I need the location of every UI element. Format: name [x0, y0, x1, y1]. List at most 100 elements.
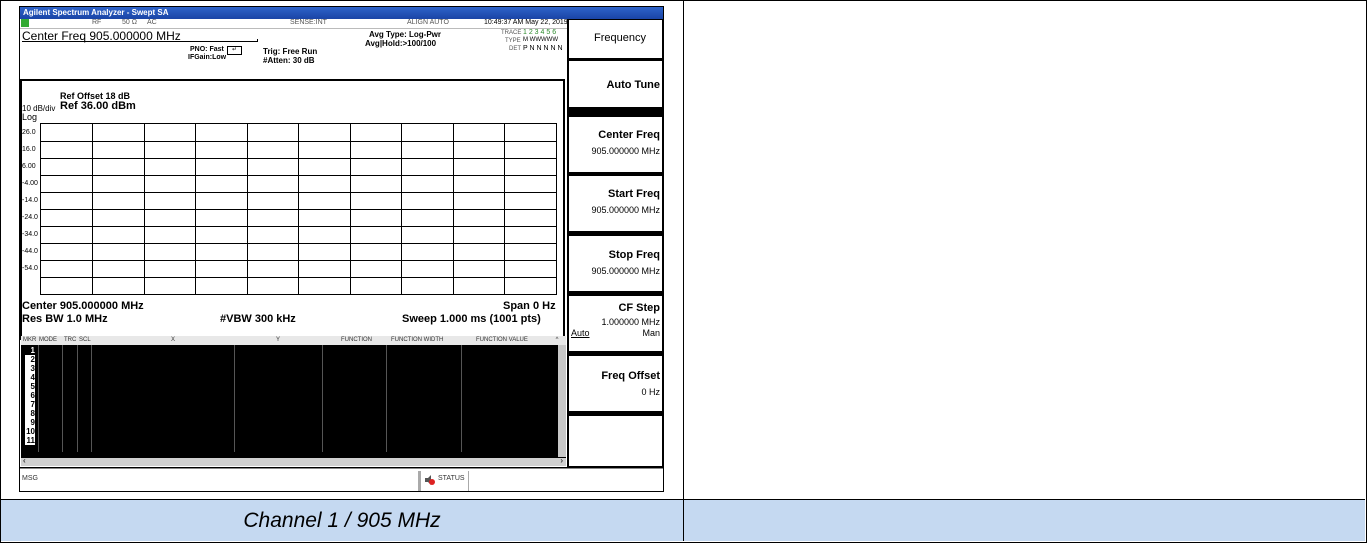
- speaker-icon: [424, 473, 435, 485]
- center-freq-button[interactable]: Center Freq 905.000000 MHz: [568, 116, 663, 173]
- attenuation-setting: #Atten: 30 dB: [263, 56, 315, 65]
- menu-title-label: Frequency: [594, 32, 646, 44]
- marker-row[interactable]: 1: [21, 346, 566, 355]
- center-freq-label: Center Freq: [598, 129, 660, 141]
- freq-offset-value: 0 Hz: [641, 387, 660, 397]
- trace-numbers: 1 2 3 4 5 6: [523, 29, 557, 36]
- instrument-display: RF 50 Ω AC SENSE:INT ALIGN AUTO 10:49:37…: [20, 19, 568, 467]
- col-function: FUNCTION: [341, 337, 372, 343]
- det-label: DET: [509, 46, 521, 52]
- scroll-left-icon[interactable]: ‹: [23, 456, 26, 465]
- header-underline: [22, 41, 257, 42]
- vertical-scrollbar[interactable]: [558, 345, 566, 457]
- cf-step-man: Man: [642, 328, 660, 338]
- cf-step-label: CF Step: [618, 302, 660, 314]
- msg-label: MSG: [22, 475, 38, 482]
- datetime: 10:49:37 AM May 22, 2019: [484, 19, 568, 26]
- center-freq-value: 905.000000 MHz: [591, 146, 660, 156]
- marker-number: 2: [25, 355, 35, 364]
- status-bar: MSG STATUS: [20, 468, 663, 491]
- col-function-width: FUNCTION WIDTH: [391, 337, 444, 343]
- empty-caption-cell: [684, 500, 1365, 541]
- marker-row[interactable]: 10: [21, 427, 566, 436]
- coupling-indicator: AC: [147, 19, 157, 26]
- y-tick-label: -54.0: [22, 265, 38, 272]
- caption: Channel 1 / 905 MHz: [243, 509, 441, 532]
- auto-tune-button[interactable]: Auto Tune: [568, 60, 663, 108]
- col-mkr: MKR: [23, 337, 37, 343]
- span-readout: Span 0 Hz: [503, 300, 556, 312]
- marker-row[interactable]: 8: [21, 409, 566, 418]
- y-tick-label: -24.0: [22, 214, 38, 221]
- log-scale-label: Log: [22, 112, 38, 122]
- graticule[interactable]: [40, 123, 557, 295]
- marker-number: 4: [25, 373, 35, 382]
- avg-type: Avg Type: Log-Pwr: [369, 30, 441, 39]
- ifgain-setting: IFGain:Low: [188, 54, 227, 61]
- sense-indicator: SENSE:INT: [290, 19, 327, 26]
- col-function-value: FUNCTION VALUE: [476, 337, 528, 343]
- status-divider: [418, 471, 421, 491]
- y-tick-label: -4.00: [22, 180, 38, 187]
- marker-number: 1: [25, 346, 35, 355]
- status-line: RF 50 Ω AC SENSE:INT ALIGN AUTO 10:49:37…: [20, 19, 568, 29]
- col-trc: TRC: [64, 337, 77, 343]
- marker-row[interactable]: 7: [21, 400, 566, 409]
- res-bw-readout: Res BW 1.0 MHz: [22, 313, 108, 325]
- align-indicator: ALIGN AUTO: [407, 19, 449, 26]
- sweep-readout: Sweep 1.000 ms (1001 pts): [402, 313, 541, 325]
- led-icon: [21, 19, 29, 27]
- pno-setting: PNO: Fast: [190, 46, 224, 53]
- grid-hline: [41, 141, 556, 142]
- marker-row[interactable]: 2: [21, 355, 566, 364]
- window-title: Agilent Spectrum Analyzer - Swept SA: [20, 7, 663, 19]
- marker-number: 11: [25, 436, 35, 445]
- cf-step-auto: Auto: [571, 328, 590, 338]
- y-tick-label: -14.0: [22, 197, 38, 204]
- grid-hline: [41, 158, 556, 159]
- rf-indicator: RF: [92, 19, 102, 26]
- grid-hline: [41, 175, 556, 176]
- auto-tune-label: Auto Tune: [606, 79, 660, 91]
- freq-offset-label: Freq Offset: [601, 370, 660, 382]
- marker-number: 3: [25, 364, 35, 373]
- type-label: TYPE: [505, 38, 521, 44]
- marker-row[interactable]: 3: [21, 364, 566, 373]
- marker-row[interactable]: 4: [21, 373, 566, 382]
- empty-softkey: [568, 415, 663, 467]
- marker-number: 8: [25, 409, 35, 418]
- trigger-setting: Trig: Free Run: [263, 47, 318, 56]
- stop-freq-button[interactable]: Stop Freq 905.000000 MHz: [568, 235, 663, 292]
- cf-step-button[interactable]: CF Step 1.000000 MHz Auto Man: [568, 295, 663, 352]
- grid-hline: [41, 192, 556, 193]
- cf-step-value: 1.000000 MHz: [601, 317, 660, 327]
- marker-number: 10: [25, 427, 35, 436]
- det-value: P N N N N N: [523, 45, 563, 52]
- col-scl: SCL: [79, 337, 91, 343]
- marker-row[interactable]: 11: [21, 436, 566, 445]
- avg-hold: Avg|Hold:>100/100: [365, 39, 437, 48]
- status-divider: [468, 471, 469, 491]
- analyzer-screenshot: Agilent Spectrum Analyzer - Swept SA RF …: [19, 6, 664, 492]
- col-y: Y: [276, 337, 281, 343]
- y-tick-label: 16.0: [22, 146, 36, 153]
- scroll-up-icon[interactable]: ^: [553, 337, 561, 343]
- y-tick-label: 26.0: [22, 129, 36, 136]
- menu-title: Frequency: [568, 19, 663, 59]
- table-column-divider: [683, 0, 684, 541]
- grid-hline: [41, 226, 556, 227]
- marker-row[interactable]: 9: [21, 418, 566, 427]
- scroll-right-icon[interactable]: ›: [560, 456, 563, 465]
- status-label[interactable]: STATUS: [438, 475, 465, 482]
- marker-row[interactable]: 6: [21, 391, 566, 400]
- stop-freq-label: Stop Freq: [608, 249, 660, 261]
- horizontal-scrollbar[interactable]: ‹ ›: [21, 456, 566, 466]
- header-tick: [257, 39, 258, 42]
- freq-offset-button[interactable]: Freq Offset 0 Hz: [568, 355, 663, 412]
- grid-hline: [41, 243, 556, 244]
- grid-hline: [41, 260, 556, 261]
- marker-row[interactable]: 5: [21, 382, 566, 391]
- stop-freq-value: 905.000000 MHz: [591, 266, 660, 276]
- marker-number: 9: [25, 418, 35, 427]
- start-freq-button[interactable]: Start Freq 905.000000 MHz: [568, 175, 663, 232]
